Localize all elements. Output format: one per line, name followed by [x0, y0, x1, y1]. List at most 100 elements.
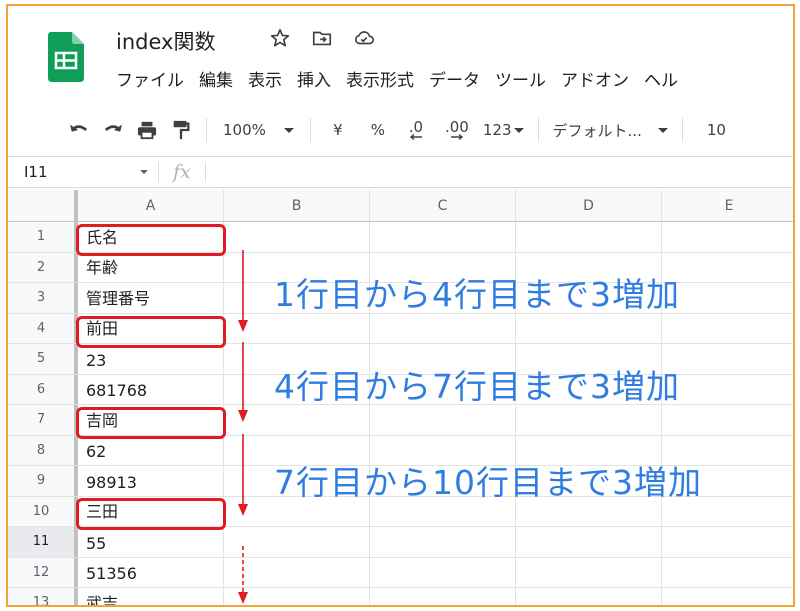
toolbar-divider [681, 118, 683, 142]
google-sheets-logo[interactable] [48, 32, 84, 82]
menu-data[interactable]: データ [429, 66, 480, 91]
cell-c[interactable] [370, 313, 516, 343]
cell-d[interactable] [516, 588, 662, 605]
cell-e[interactable] [662, 222, 793, 252]
highlight-box-row-1 [76, 224, 226, 256]
more-formats-label: 123 [482, 121, 512, 139]
toolbar-divider [206, 118, 207, 142]
column-header-d[interactable]: D [516, 190, 662, 221]
table-row: 12 51356 [8, 557, 793, 588]
menu-tools[interactable]: ツール [495, 66, 546, 91]
row-header[interactable]: 8 [8, 435, 78, 465]
cell-a[interactable]: 55 [78, 527, 224, 557]
cell-c[interactable] [370, 557, 516, 587]
move-to-folder-icon[interactable] [310, 26, 334, 50]
title-icons [268, 26, 376, 50]
select-all-corner[interactable] [8, 190, 78, 221]
cell-d[interactable] [516, 405, 662, 435]
print-icon[interactable] [132, 114, 162, 146]
menu-insert[interactable]: 挿入 [297, 66, 331, 91]
more-formats-select[interactable]: 123 [483, 114, 524, 146]
row-header[interactable]: 10 [8, 496, 78, 526]
cell-e[interactable] [662, 558, 793, 588]
cell-e[interactable] [662, 375, 793, 405]
cell-d[interactable] [516, 557, 662, 587]
cloud-status-icon[interactable] [352, 26, 376, 50]
menu-edit[interactable]: 編集 [199, 66, 233, 91]
cell-e[interactable] [662, 405, 793, 435]
formula-input[interactable] [206, 157, 793, 187]
menu-help[interactable]: ヘル [644, 66, 678, 91]
cell-a[interactable]: 681768 [78, 374, 224, 404]
row-header[interactable]: 13 [8, 588, 78, 605]
decrease-decimal-button[interactable]: .0 [399, 114, 433, 146]
arrow-down-icon [238, 434, 248, 516]
cell-a[interactable]: 62 [78, 435, 224, 465]
paint-format-icon[interactable] [166, 114, 196, 146]
formula-bar-divider [158, 162, 159, 182]
menu-format[interactable]: 表示形式 [346, 66, 414, 91]
star-icon[interactable] [268, 26, 292, 50]
column-header-b[interactable]: B [224, 190, 370, 221]
row-header[interactable]: 6 [8, 374, 78, 404]
cell-e[interactable] [662, 344, 793, 374]
increase-decimal-button[interactable]: .00 [437, 114, 477, 146]
column-header-e[interactable]: E [662, 190, 793, 221]
row-header[interactable]: 5 [8, 344, 78, 374]
column-header-c[interactable]: C [370, 190, 516, 221]
cell-a[interactable]: 23 [78, 344, 224, 374]
cell-a[interactable]: 管理番号 [78, 283, 224, 313]
cell-c[interactable] [370, 405, 516, 435]
zoom-value: 100% [223, 121, 266, 139]
cell-d[interactable] [516, 527, 662, 557]
cell-e[interactable] [662, 527, 793, 557]
cell-a[interactable]: 51356 [78, 557, 224, 587]
font-family-select[interactable]: デフォルト... [549, 114, 672, 146]
menu-addons[interactable]: アドオン [561, 66, 629, 91]
cell-c[interactable] [370, 222, 516, 252]
zoom-select[interactable]: 100% [217, 114, 300, 146]
menu-view[interactable]: 表示 [248, 66, 282, 91]
toolbar-divider [309, 118, 311, 142]
cell-b[interactable] [224, 222, 370, 252]
row-header[interactable]: 2 [8, 252, 78, 282]
font-size-select[interactable]: 10 [693, 114, 740, 146]
cell-a[interactable]: 武吉 [78, 588, 224, 605]
cell-a[interactable]: 年齢 [78, 252, 224, 282]
cell-e[interactable] [662, 588, 793, 605]
increase-decimal-label: .00 [444, 118, 469, 136]
row-header[interactable]: 4 [8, 313, 78, 343]
annotation-rows-7-10: 7行目から10行目まで3増加 [274, 463, 702, 502]
menu-bar: ファイル 編集 表示 挿入 表示形式 データ ツール アドオン ヘル [116, 66, 693, 91]
row-header[interactable]: 1 [8, 222, 78, 252]
cell-d[interactable] [516, 313, 662, 343]
cell-c[interactable] [370, 527, 516, 557]
cell-e[interactable] [662, 253, 793, 283]
arrow-down-icon [238, 250, 248, 332]
formula-bar: I11 fx [8, 156, 793, 188]
row-header[interactable]: 9 [8, 466, 78, 496]
menu-file[interactable]: ファイル [116, 66, 184, 91]
row-header[interactable]: 12 [8, 557, 78, 587]
cell-d[interactable] [516, 222, 662, 252]
document-title[interactable]: index関数 [116, 26, 215, 56]
decrease-decimal-label: .0 [408, 118, 424, 136]
currency-button[interactable]: ¥ [321, 114, 355, 146]
arrow-right-icon [450, 134, 463, 140]
row-header[interactable]: 7 [8, 405, 78, 435]
cell-e[interactable] [662, 314, 793, 344]
chevron-down-icon [140, 170, 148, 174]
cell-e[interactable] [662, 283, 793, 313]
cell-c[interactable] [370, 588, 516, 605]
row-header[interactable]: 3 [8, 283, 78, 313]
name-box[interactable]: I11 [8, 163, 158, 181]
cell-a[interactable]: 98913 [78, 466, 224, 496]
redo-icon[interactable] [98, 114, 128, 146]
arrow-left-icon [409, 134, 422, 140]
table-row: 13 武吉 [8, 588, 793, 605]
undo-icon[interactable] [64, 114, 94, 146]
row-header[interactable]: 11 [8, 527, 78, 557]
column-header-a[interactable]: A [78, 190, 224, 221]
percent-button[interactable]: % [361, 114, 395, 146]
column-header-row: A B C D E [8, 190, 793, 222]
